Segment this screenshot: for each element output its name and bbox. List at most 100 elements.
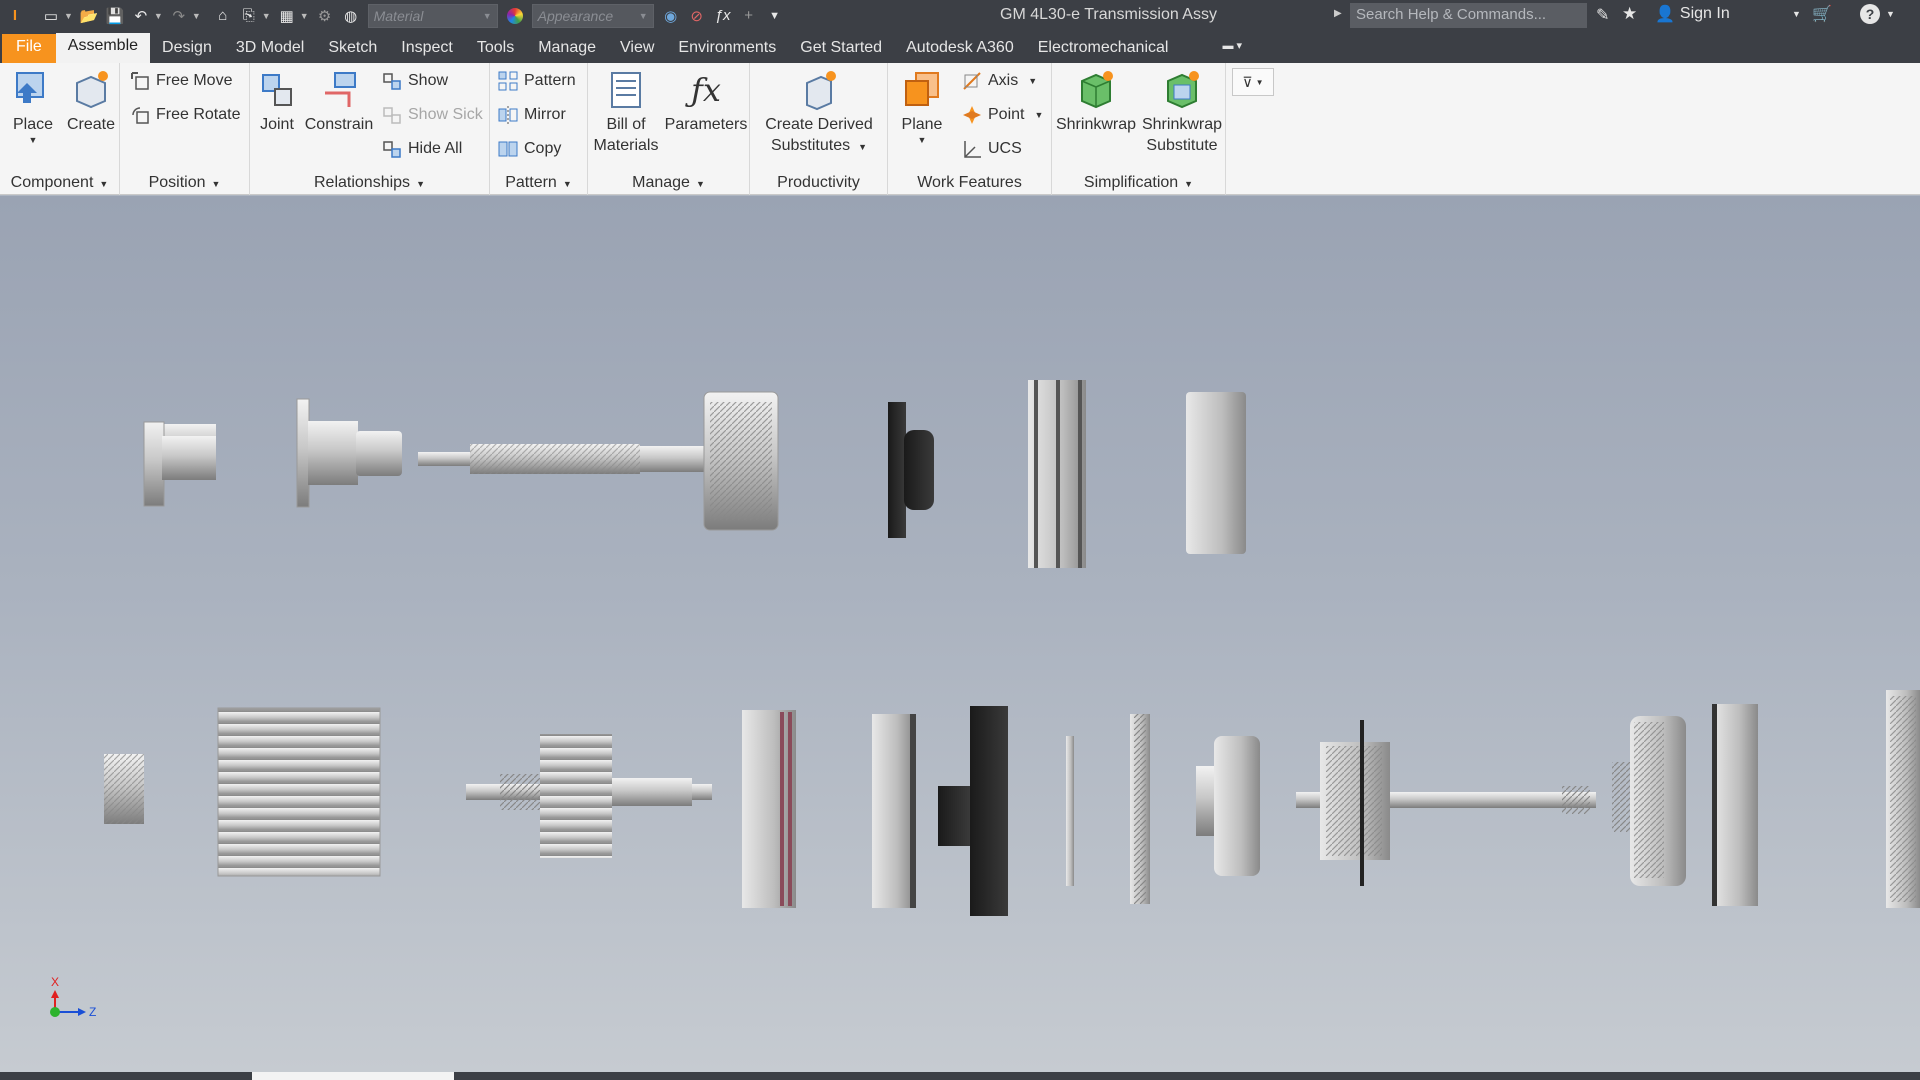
clear-appearance-icon[interactable]: ⊘ (684, 4, 710, 28)
binoculars-icon[interactable]: ✎ (1596, 5, 1609, 25)
part-bearing-plate[interactable] (1130, 714, 1150, 904)
update-icon[interactable]: ⚙ (312, 4, 338, 28)
show-sick-button[interactable]: Show Sick (382, 105, 483, 125)
graphics-viewport[interactable]: X Z (0, 196, 1920, 1072)
document-tab-active[interactable] (252, 1072, 454, 1080)
ribbon-display-toggle[interactable]: ▬ ▾ (1210, 35, 1254, 63)
part-output-shaft[interactable] (1296, 720, 1596, 886)
undo-icon[interactable]: ↶ (128, 4, 154, 28)
axis-button[interactable]: Axis ▼ (962, 71, 1037, 91)
part-output-gear[interactable] (1612, 716, 1686, 886)
part-case-partial[interactable] (1886, 690, 1920, 908)
tab-3d-model[interactable]: 3D Model (224, 35, 316, 63)
part-piston[interactable] (1196, 736, 1260, 876)
ucs-button[interactable]: UCS (962, 139, 1022, 159)
bom-label-line2: Materials (593, 137, 659, 154)
redo-icon[interactable]: ↷ (166, 4, 192, 28)
chevron-down-icon[interactable]: ▼ (154, 11, 163, 21)
inventor-logo-icon[interactable]: I (2, 4, 28, 28)
hide-all-button[interactable]: Hide All (382, 139, 462, 159)
expand-arrow-icon[interactable]: ▶ (1334, 8, 1342, 19)
tab-assemble[interactable]: Assemble (55, 33, 151, 63)
tab-manage[interactable]: Manage (526, 35, 608, 63)
ribbon-customize-button[interactable]: ⊽ ▼ (1232, 68, 1274, 96)
chevron-down-icon[interactable]: ▼ (192, 11, 201, 21)
chevron-down-icon[interactable]: ▼ (1886, 9, 1895, 19)
tab-design[interactable]: Design (150, 35, 224, 63)
panel-pattern-label[interactable]: Pattern ▼ (490, 174, 587, 192)
select-filter-icon[interactable]: ▦ (274, 4, 300, 28)
parameters-fx-icon[interactable]: ƒx (710, 4, 736, 28)
part-case-ring[interactable] (1712, 704, 1758, 906)
tab-inspect[interactable]: Inspect (389, 35, 465, 63)
point-button[interactable]: Point ▼ (962, 105, 1043, 125)
shrinkwrap-substitute-button[interactable]: Shrinkwrap Substitute (1140, 69, 1224, 156)
chevron-down-icon: ▼ (695, 179, 705, 189)
create-derived-substitutes-button[interactable]: Create Derived Substitutes ▼ (754, 69, 884, 158)
part-hub[interactable] (143, 421, 216, 507)
part-small-gear[interactable] (104, 754, 144, 824)
exploded-transmission-model[interactable]: X Z (0, 196, 1920, 1072)
tab-view[interactable]: View (608, 35, 666, 63)
sign-in-button[interactable]: 👤 Sign In (1655, 4, 1730, 24)
joint-button[interactable]: Joint (256, 69, 298, 135)
part-clutch-pack[interactable] (742, 710, 796, 908)
panel-position-label[interactable]: Position ▼ (120, 174, 249, 192)
free-move-button[interactable]: Free Move (130, 71, 232, 91)
part-ring-gear[interactable] (217, 707, 381, 877)
create-button[interactable]: Create (64, 69, 118, 135)
bill-of-materials-button[interactable]: Bill of Materials (590, 69, 662, 156)
star-icon[interactable]: ★ (1622, 4, 1637, 24)
tab-environments[interactable]: Environments (666, 35, 788, 63)
panel-component-label[interactable]: Component ▼ (0, 174, 119, 192)
search-input[interactable]: Search Help & Commands... (1350, 3, 1587, 28)
mirror-button[interactable]: Mirror (498, 105, 566, 125)
free-rotate-button[interactable]: Free Rotate (130, 105, 240, 125)
part-clutch-drum[interactable] (703, 391, 779, 531)
part-sun-gear-shaft[interactable] (466, 734, 712, 858)
customize-icon[interactable]: ▼ (762, 4, 788, 28)
shrinkwrap-button[interactable]: Shrinkwrap (1054, 69, 1138, 135)
part-carrier[interactable] (872, 714, 916, 908)
globe-icon[interactable]: ◍ (338, 4, 364, 28)
part-thin-disk[interactable] (1066, 736, 1074, 886)
chevron-down-icon[interactable]: ▼ (64, 11, 73, 21)
part-band-ring[interactable] (1028, 380, 1086, 568)
tab-autodesk-a360[interactable]: Autodesk A360 (894, 35, 1026, 63)
part-input-housing[interactable] (296, 398, 402, 508)
tab-tools[interactable]: Tools (465, 35, 526, 63)
chevron-down-icon[interactable]: ▼ (262, 11, 271, 21)
part-dark-hub[interactable] (888, 402, 934, 538)
part-dark-drum[interactable] (938, 706, 1008, 916)
part-drum[interactable] (1186, 392, 1246, 554)
help-icon[interactable]: ? (1860, 4, 1880, 24)
chevron-down-icon[interactable]: ▼ (1792, 9, 1801, 19)
tab-get-started[interactable]: Get Started (788, 35, 894, 63)
place-button[interactable]: Place ▼ (8, 69, 58, 145)
panel-relationships-label[interactable]: Relationships ▼ (250, 174, 489, 192)
return-icon[interactable]: ⎘ (236, 4, 262, 28)
save-icon[interactable]: 💾 (102, 4, 128, 28)
panel-manage-label[interactable]: Manage ▼ (588, 174, 749, 192)
tab-file[interactable]: File (2, 34, 56, 63)
add-icon[interactable]: + (736, 4, 762, 28)
chevron-down-icon[interactable]: ▼ (300, 11, 309, 21)
panel-simplification-label[interactable]: Simplification ▼ (1052, 174, 1225, 192)
tab-sketch[interactable]: Sketch (316, 35, 389, 63)
part-input-shaft[interactable] (418, 444, 710, 474)
cart-icon[interactable]: 🛒 (1812, 4, 1832, 24)
tab-electromechanical[interactable]: Electromechanical (1026, 35, 1181, 63)
adjust-appearance-icon[interactable]: ◉ (658, 4, 684, 28)
copy-button[interactable]: Copy (498, 139, 561, 159)
home-icon[interactable]: ⌂ (210, 4, 236, 28)
appearance-select[interactable]: Appearance ▼ (531, 3, 654, 28)
constrain-button[interactable]: Constrain (304, 69, 374, 135)
new-file-icon[interactable]: ▭ (38, 4, 64, 28)
parameters-button[interactable]: ƒx Parameters (664, 69, 748, 135)
show-button[interactable]: Show (382, 71, 448, 91)
material-select[interactable]: Material ▼ (367, 3, 498, 28)
pattern-button[interactable]: Pattern (498, 71, 576, 91)
open-folder-icon[interactable]: 📂 (76, 4, 102, 28)
plane-button[interactable]: Plane ▼ (896, 69, 948, 145)
appearance-sphere-icon[interactable] (502, 4, 528, 28)
